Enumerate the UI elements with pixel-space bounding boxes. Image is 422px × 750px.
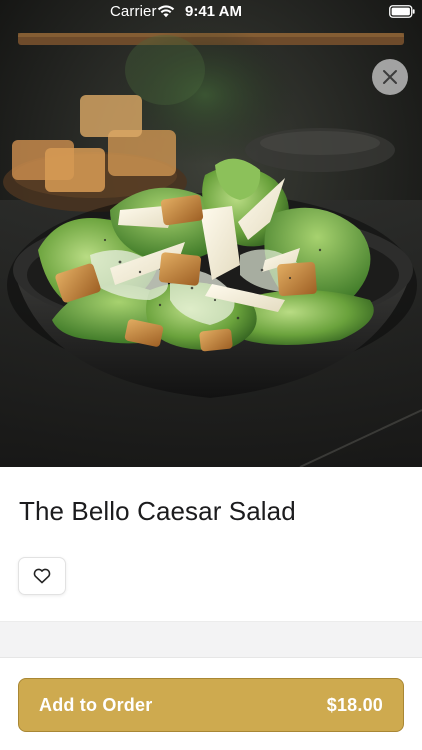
bottom-action-bar: Add to Order $18.00 xyxy=(0,657,422,750)
status-time: 9:41 AM xyxy=(185,3,242,20)
heart-outline-icon xyxy=(33,568,51,584)
carrier-label: Carrier xyxy=(110,3,157,20)
product-photo xyxy=(0,0,422,467)
wifi-icon xyxy=(157,5,175,18)
salad-illustration xyxy=(0,0,422,467)
product-title: The Bello Caesar Salad xyxy=(19,496,296,526)
product-detail-screen: Carrier 9:41 AM The Bello Caesar Salad A… xyxy=(0,0,422,750)
close-icon xyxy=(383,70,397,84)
add-to-order-price: $18.00 xyxy=(326,694,383,715)
add-to-order-label: Add to Order xyxy=(39,694,153,715)
battery-full-icon xyxy=(389,5,415,18)
status-bar: Carrier 9:41 AM xyxy=(0,0,422,24)
add-to-order-button[interactable]: Add to Order $18.00 xyxy=(18,678,404,732)
close-button[interactable] xyxy=(372,59,408,95)
section-divider xyxy=(0,621,422,657)
product-details: The Bello Caesar Salad xyxy=(0,467,422,621)
favorite-button[interactable] xyxy=(18,557,66,595)
